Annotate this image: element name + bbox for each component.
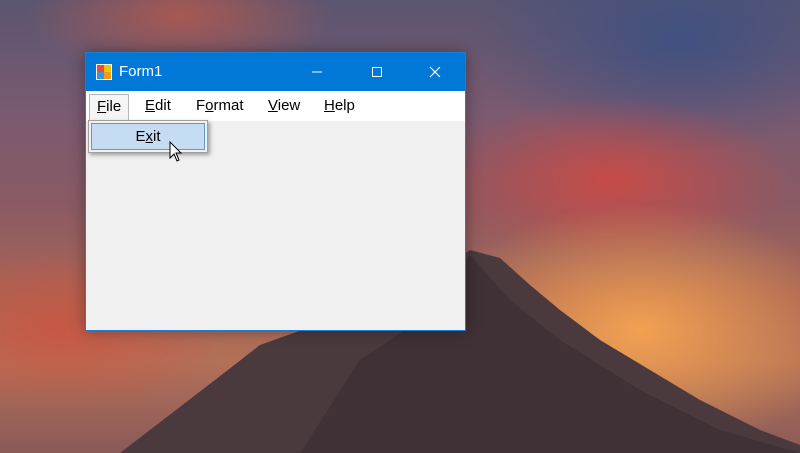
- menu-file-mnemonic: F: [97, 98, 107, 115]
- exit-mnemonic: x: [145, 128, 154, 145]
- form-window: Form1 File Edit Format View Help: [85, 52, 466, 331]
- window-title: Form1: [119, 63, 163, 80]
- menu-help[interactable]: Help: [317, 94, 362, 118]
- menu-view-rest: iew: [277, 97, 301, 114]
- menu-file[interactable]: File: [89, 94, 130, 122]
- menu-bar: File Edit Format View Help: [86, 91, 465, 122]
- menu-help-rest: elp: [334, 97, 355, 114]
- menu-view-mnemonic: V: [268, 97, 278, 114]
- exit-pre: E: [135, 128, 146, 145]
- minimize-icon: [312, 71, 322, 73]
- file-menu-dropdown: Exit: [88, 120, 208, 153]
- minimize-button[interactable]: [294, 53, 340, 91]
- close-button[interactable]: [412, 53, 458, 91]
- menu-format-mnemonic: o: [205, 97, 214, 114]
- menu-edit-rest: dit: [155, 97, 171, 114]
- close-icon: [429, 66, 441, 78]
- exit-rest: it: [153, 128, 161, 145]
- menu-format-rest: rmat: [213, 97, 244, 114]
- mouse-cursor-icon: [169, 141, 183, 162]
- menu-item-exit[interactable]: Exit: [91, 123, 205, 150]
- menu-help-mnemonic: H: [324, 97, 335, 114]
- title-bar[interactable]: Form1: [86, 53, 465, 91]
- menu-format-pre: F: [196, 97, 206, 114]
- menu-format[interactable]: Format: [189, 94, 251, 118]
- app-icon: [96, 64, 112, 80]
- menu-view[interactable]: View: [261, 94, 307, 118]
- menu-edit[interactable]: Edit: [138, 94, 178, 118]
- maximize-icon: [372, 67, 382, 77]
- menu-file-rest: ile: [106, 98, 122, 115]
- menu-edit-mnemonic: E: [145, 97, 156, 114]
- maximize-button[interactable]: [354, 53, 400, 91]
